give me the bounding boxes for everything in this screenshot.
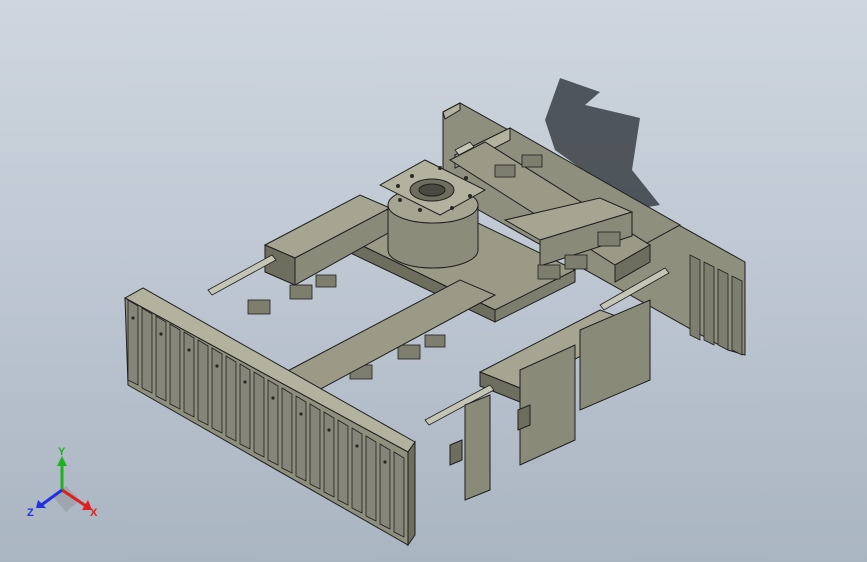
right-hanging-fingers: [449, 299, 651, 501]
orientation-triad[interactable]: Y X Z: [24, 446, 108, 526]
cad-viewport[interactable]: Y X Z: [0, 0, 867, 562]
gripper-assembly-model[interactable]: [0, 0, 867, 562]
triad-z-label: Z: [27, 507, 34, 519]
triad-x-label: X: [90, 507, 98, 519]
triad-y-label: Y: [58, 446, 66, 458]
left-upper-beam: [263, 194, 392, 286]
